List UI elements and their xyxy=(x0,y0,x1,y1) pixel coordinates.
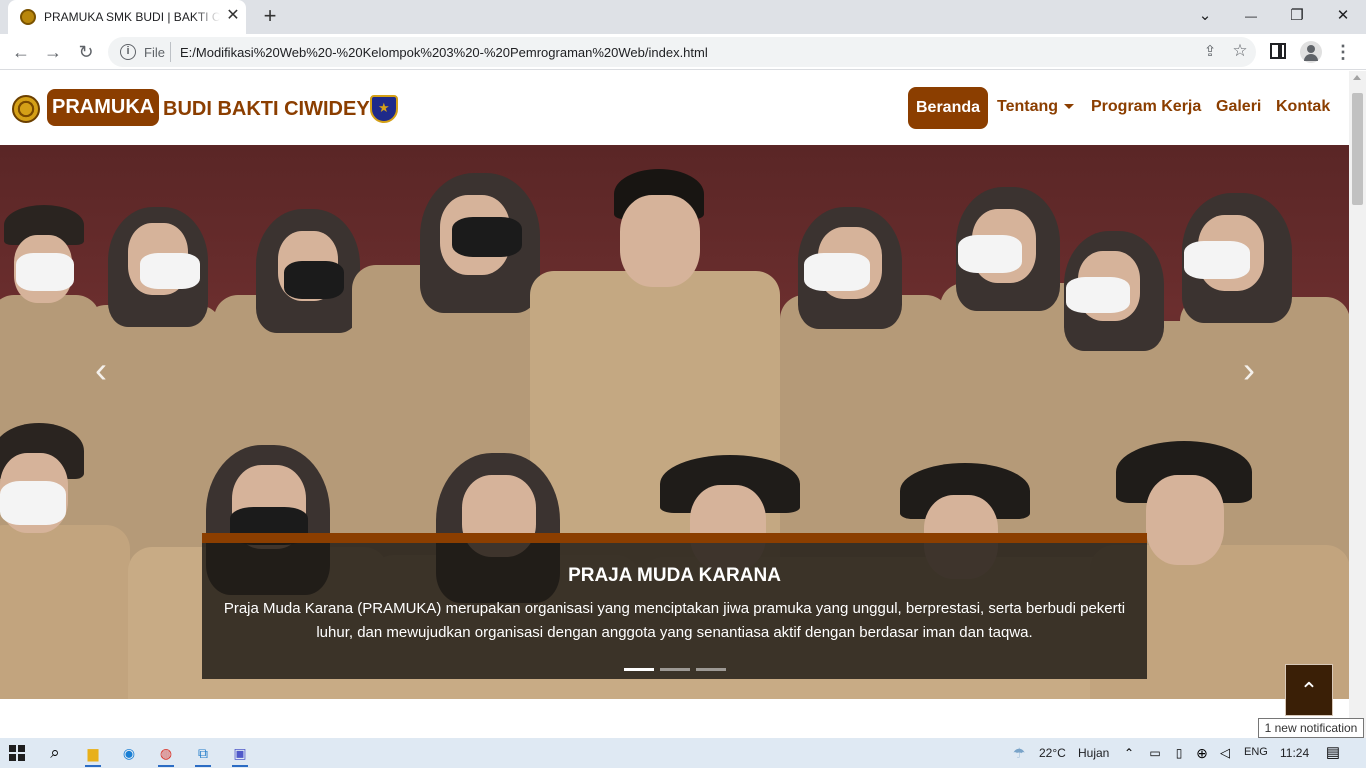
scroll-up-arrow-icon[interactable] xyxy=(1353,75,1361,80)
caption-body: Praja Muda Karana (PRAMUKA) merupakan or… xyxy=(223,600,1126,641)
side-panel-icon[interactable] xyxy=(1270,43,1286,59)
share-icon[interactable]: ⇪ xyxy=(1200,42,1220,62)
brand-text[interactable]: BUDI BAKTI CIWIDEY xyxy=(163,98,370,121)
profile-avatar-icon[interactable] xyxy=(1300,41,1322,63)
url-text[interactable]: E:/Modifikasi%20Web%20-%20Kelompok%203%2… xyxy=(180,45,708,60)
pramuka-favicon-icon xyxy=(20,9,36,25)
search-icon[interactable]: ⌕ xyxy=(44,743,66,763)
teams-icon[interactable]: ▣ xyxy=(229,743,251,767)
network-globe-icon[interactable]: ⊕ xyxy=(1191,743,1213,763)
browser-tab[interactable]: PRAMUKA SMK BUDI | BAKTI CIWIDEY ✕ xyxy=(8,0,246,34)
meet-now-icon[interactable]: ▭ xyxy=(1144,743,1166,763)
tab-search-dropdown-icon[interactable]: ⌄ xyxy=(1182,4,1228,28)
windows-start-icon[interactable] xyxy=(9,745,25,761)
back-arrow-icon[interactable]: ← xyxy=(8,40,34,64)
edge-browser-icon[interactable]: ◉ xyxy=(118,743,140,763)
clock-time[interactable]: 11:24 xyxy=(1280,746,1309,760)
scrollbar-thumb[interactable] xyxy=(1352,93,1363,205)
tab-close-icon[interactable]: ✕ xyxy=(224,7,242,25)
battery-icon[interactable]: ▯ xyxy=(1168,743,1190,763)
url-divider xyxy=(170,42,171,62)
carousel-prev-icon[interactable]: ‹ xyxy=(88,350,114,390)
caption-title: PRAJA MUDA KARANA xyxy=(568,565,781,586)
tray-overflow-chevron-icon[interactable]: ⌃ xyxy=(1118,743,1140,763)
pramuka-emblem-icon xyxy=(12,95,40,123)
carousel-caption: PRAJA MUDA KARANA Praja Muda Karana (PRA… xyxy=(202,533,1147,679)
nav-link-tentang[interactable]: Tentang xyxy=(997,98,1075,116)
browser-toolbar: ← → ↻ i File E:/Modifikasi%20Web%20-%20K… xyxy=(0,34,1366,70)
dropdown-caret-icon xyxy=(1064,104,1075,110)
nav-link-galeri[interactable]: Galeri xyxy=(1216,98,1261,116)
school-emblem-icon xyxy=(370,95,398,123)
browser-tab-strip: PRAMUKA SMK BUDI | BAKTI CIWIDEY ✕ + ⌄ —… xyxy=(0,0,1366,34)
site-info-icon[interactable]: i xyxy=(120,44,136,60)
hero-carousel: ‹ › PRAJA MUDA KARANA Praja Muda Karana … xyxy=(0,145,1349,699)
weather-description[interactable]: Hujan xyxy=(1078,746,1109,760)
language-indicator[interactable]: ENG xyxy=(1244,746,1268,758)
nav-link-beranda[interactable]: Beranda xyxy=(908,87,988,129)
url-scheme-label: File xyxy=(144,45,165,60)
chrome-browser-icon[interactable]: ◍ xyxy=(155,743,177,767)
page-scrollbar[interactable] xyxy=(1349,71,1366,738)
volume-speaker-icon[interactable]: ◁ xyxy=(1214,743,1236,763)
tab-title: PRAMUKA SMK BUDI | BAKTI CIWIDEY xyxy=(44,10,220,24)
new-tab-button[interactable]: + xyxy=(258,5,282,29)
address-bar[interactable]: i File E:/Modifikasi%20Web%20-%20Kelompo… xyxy=(108,37,1256,67)
file-explorer-icon[interactable]: ▆ xyxy=(82,743,104,767)
carousel-indicator[interactable] xyxy=(623,668,654,671)
carousel-indicator[interactable] xyxy=(695,668,726,671)
nav-link-tentang-label: Tentang xyxy=(997,98,1059,115)
brand-pill[interactable]: PRAMUKA xyxy=(47,89,160,126)
forward-arrow-icon[interactable]: → xyxy=(40,40,66,64)
minimize-button[interactable]: — xyxy=(1228,4,1274,28)
notification-tooltip: 1 new notification xyxy=(1258,718,1364,738)
site-navbar: PRAMUKA BUDI BAKTI CIWIDEY Beranda Tenta… xyxy=(0,71,1349,145)
carousel-indicator[interactable] xyxy=(659,668,690,671)
weather-rain-icon[interactable]: ☂ xyxy=(1008,743,1030,763)
nav-link-program-kerja[interactable]: Program Kerja xyxy=(1091,98,1201,116)
notification-center-icon[interactable]: ▤ xyxy=(1322,743,1344,763)
page-viewport: PRAMUKA BUDI BAKTI CIWIDEY Beranda Tenta… xyxy=(0,71,1349,738)
reload-icon[interactable]: ↻ xyxy=(73,40,99,64)
vscode-icon[interactable]: ⧉ xyxy=(192,743,214,767)
browser-menu-icon[interactable]: ⋮ xyxy=(1334,40,1352,64)
bookmark-star-icon[interactable]: ☆ xyxy=(1230,41,1250,61)
back-to-top-button[interactable]: ⌃ xyxy=(1285,664,1333,716)
close-window-button[interactable]: ✕ xyxy=(1320,4,1366,28)
restore-button[interactable]: ❐ xyxy=(1274,4,1320,28)
carousel-next-icon[interactable]: › xyxy=(1236,350,1262,390)
weather-temperature[interactable]: 22°C xyxy=(1039,746,1066,760)
nav-link-kontak[interactable]: Kontak xyxy=(1276,98,1330,116)
windows-taskbar: ⌕ ▆ ◉ ◍ ⧉ ▣ ☂ 22°C Hujan ⌃ ▭ ▯ ⊕ ◁ ENG 1… xyxy=(0,738,1366,768)
